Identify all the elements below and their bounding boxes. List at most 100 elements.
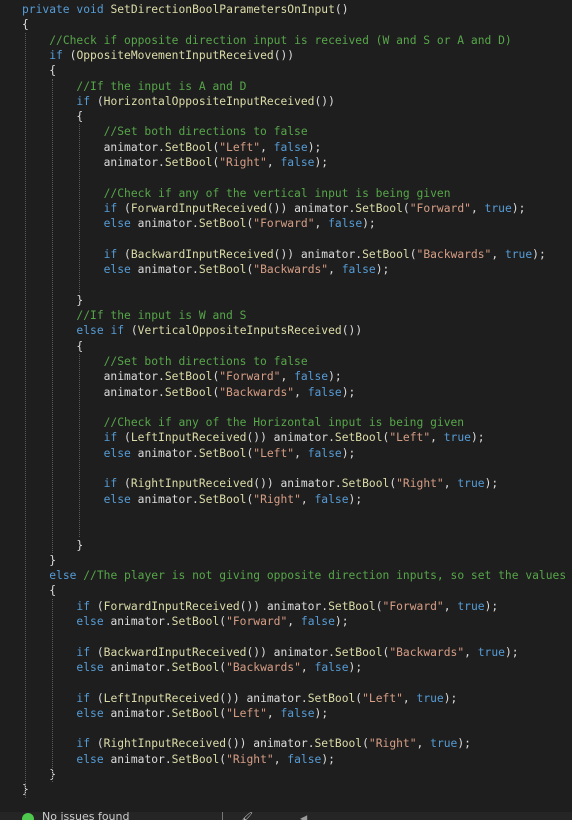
code-editor[interactable]: private void SetDirectionBoolParametersO…	[0, 0, 572, 812]
code-line[interactable]: animator.SetBool("Right", false);	[22, 155, 328, 170]
code-line[interactable]: //If the input is W and S	[22, 308, 246, 323]
code-line[interactable]: //Set both directions to false	[22, 124, 308, 139]
code-token: //Check if opposite direction input is r…	[49, 33, 512, 47]
code-line[interactable]: if (BackwardInputReceived()) animator.Se…	[22, 645, 518, 660]
code-token: //Set both directions to false	[103, 354, 308, 368]
code-line[interactable]: else animator.SetBool("Right", false);	[22, 752, 335, 767]
code-line[interactable]: else //The player is not giving opposite…	[22, 568, 566, 583]
code-token: (	[409, 247, 417, 261]
code-token: true	[457, 599, 485, 613]
code-line[interactable]: else animator.SetBool("Right", false);	[22, 492, 363, 507]
code-line[interactable]: {	[22, 63, 56, 78]
code-line[interactable]: if (RightInputReceived()) animator.SetBo…	[22, 476, 499, 491]
code-line[interactable]: //Check if any of the Horizontal input i…	[22, 415, 464, 430]
code-token: );	[443, 691, 458, 705]
code-token: ForwardInputReceived	[130, 201, 267, 215]
code-token: );	[341, 385, 356, 399]
code-line[interactable]: if (ForwardInputReceived()) animator.Set…	[22, 599, 498, 614]
code-line[interactable]: {	[22, 17, 29, 32]
code-line[interactable]: if (LeftInputReceived()) animator.SetBoo…	[22, 430, 485, 445]
arrow-icon[interactable]: ◀	[300, 812, 307, 820]
code-token: );	[314, 706, 329, 720]
code-token: );	[348, 492, 363, 506]
check-circle-icon[interactable]	[22, 813, 34, 820]
code-token: false	[307, 385, 342, 399]
code-token: (	[117, 247, 131, 261]
code-line[interactable]: if (OppositeMovementInputReceived())	[22, 48, 294, 63]
code-token: SetBool	[198, 217, 247, 231]
code-line[interactable]: else animator.SetBool("Backwards", false…	[22, 660, 362, 675]
code-line[interactable]: private void SetDirectionBoolParametersO…	[22, 2, 349, 17]
code-line[interactable]: else if (VerticalOppositeInputsReceived(…	[22, 323, 362, 338]
code-token: if	[76, 645, 91, 659]
code-line[interactable]: if (BackwardInputReceived()) animator.Se…	[22, 247, 546, 262]
code-token: "Left"	[253, 446, 295, 460]
code-token: );	[457, 737, 471, 751]
code-token: if	[49, 48, 63, 62]
code-token: false	[280, 706, 315, 720]
code-line[interactable]: else animator.SetBool("Backwards", false…	[22, 262, 390, 277]
code-token: animator.	[130, 492, 199, 506]
code-token: (	[362, 737, 369, 751]
code-token: );	[307, 140, 322, 154]
code-line[interactable]: animator.SetBool("Forward", false);	[22, 369, 342, 384]
code-line[interactable]: if (HorizontalOppositeInputReceived())	[22, 94, 335, 109]
code-token: ()) animator.	[226, 737, 315, 751]
code-line[interactable]: else animator.SetBool("Left", false);	[22, 706, 328, 721]
code-line[interactable]: else animator.SetBool("Forward", false);	[22, 216, 376, 231]
brush-icon[interactable]: 🖌	[238, 812, 253, 820]
code-token: ,	[416, 737, 431, 751]
issues-status[interactable]: No issues found	[42, 812, 129, 820]
code-token: );	[348, 660, 363, 674]
code-token: false	[294, 370, 329, 384]
code-token: "Forward"	[409, 201, 471, 215]
code-line[interactable]: if (RightInputReceived()) animator.SetBo…	[22, 736, 471, 751]
code-token: (	[402, 201, 410, 215]
code-token: (	[117, 477, 131, 491]
code-token: ()) animator.	[219, 691, 308, 705]
code-token: );	[375, 263, 390, 277]
code-token: SetBool	[307, 691, 356, 705]
code-line[interactable]: if (LeftInputReceived()) animator.SetBoo…	[22, 691, 457, 706]
code-token: (	[90, 737, 104, 751]
code-token: ())	[314, 94, 335, 108]
status-bar: No issues found 🖌 ◀	[0, 812, 572, 820]
code-token: SetBool	[328, 599, 376, 613]
code-line[interactable]: //If the input is A and D	[22, 79, 246, 94]
code-token: if	[76, 737, 91, 751]
code-token: "Left"	[219, 140, 261, 154]
code-token: false	[287, 752, 322, 766]
code-token: false	[314, 492, 349, 506]
code-line[interactable]: //Check if opposite direction input is r…	[22, 33, 512, 48]
code-token: false	[273, 140, 308, 154]
code-line[interactable]: else animator.SetBool("Left", false);	[22, 446, 356, 461]
code-token: ()) animator.	[253, 477, 342, 491]
code-line[interactable]: else animator.SetBool("Forward", false);	[22, 614, 348, 629]
code-token: "Backwards"	[253, 263, 329, 277]
code-line[interactable]: {	[22, 583, 56, 598]
code-token: ,	[273, 752, 288, 766]
code-token: else	[76, 660, 104, 674]
code-token: ,	[266, 706, 281, 720]
code-line[interactable]: animator.SetBool("Backwards", false);	[22, 385, 356, 400]
code-token: SetBool	[198, 446, 247, 460]
code-line[interactable]: }	[22, 767, 56, 782]
code-token: );	[362, 217, 376, 231]
code-token: ,	[294, 385, 308, 399]
code-line[interactable]: if (ForwardInputReceived()) animator.Set…	[22, 201, 526, 216]
code-token: "Backwards"	[416, 247, 492, 261]
code-line[interactable]: animator.SetBool("Left", false);	[22, 140, 322, 155]
code-token: ())	[273, 48, 295, 62]
code-token: true	[484, 201, 512, 215]
status-divider	[222, 812, 223, 820]
code-line[interactable]: //Check if any of the vertical input is …	[22, 186, 451, 201]
code-line[interactable]: }	[22, 553, 56, 568]
code-line[interactable]: //Set both directions to false	[22, 354, 308, 369]
code-token: "Forward"	[253, 217, 315, 231]
